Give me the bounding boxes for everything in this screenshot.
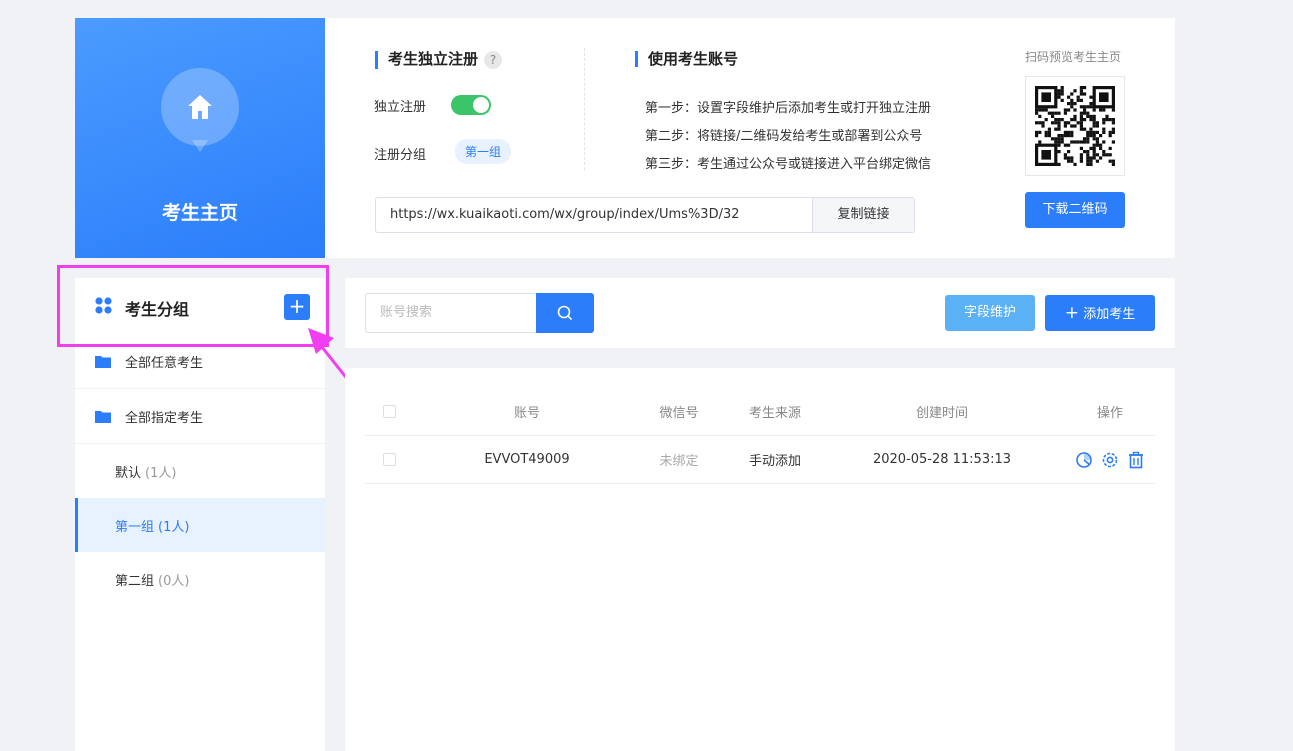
search-icon <box>557 305 573 321</box>
copy-link-button[interactable]: 复制链接 <box>812 198 914 232</box>
step-1: 第一步：设置字段维护后添加考生或打开独立注册 <box>645 101 932 116</box>
sidebar-item-count: (1人) <box>145 466 177 481</box>
qr-code-icon <box>1035 86 1115 166</box>
sidebar-item-label: 第二组 <box>115 574 155 589</box>
link-box: https://wx.kuaikaoti.com/wx/group/index/… <box>375 197 915 233</box>
sidebar-item-group-1[interactable]: 第一组 (1人) <box>75 498 325 552</box>
step-2: 第二步：将链接/二维码发给考生或部署到公众号 <box>645 129 923 144</box>
sidebar-item-label: 全部任意考生 <box>125 355 204 371</box>
step-3: 第三步：考生通过公众号或链接进入平台绑定微信 <box>645 157 932 172</box>
add-student-label: 添加考生 <box>1083 307 1136 322</box>
column-account: 账号 <box>513 406 540 421</box>
search-button[interactable] <box>536 293 594 333</box>
sidebar-item-default[interactable]: 默认 (1人) <box>75 444 325 499</box>
sidebar-item-group-2[interactable]: 第二组 (0人) <box>75 552 325 607</box>
sidebar-item-count: (0人) <box>158 574 190 589</box>
sidebar-item-count: (1人) <box>158 519 190 535</box>
sidebar-item-label: 全部指定考生 <box>125 410 204 426</box>
cell-source: 手动添加 <box>748 454 801 469</box>
column-actions: 操作 <box>1096 406 1123 421</box>
register-title-text: 考生独立注册 <box>388 50 479 68</box>
cell-wechat: 未绑定 <box>659 454 699 469</box>
sidebar-item-label: 第一组 <box>115 519 155 535</box>
cell-actions <box>1065 451 1155 469</box>
qr-code-image <box>1025 76 1125 176</box>
select-all-checkbox[interactable] <box>383 405 396 418</box>
folder-icon <box>95 355 111 368</box>
independent-register-label: 独立注册 <box>374 100 427 115</box>
student-home-card: 考生主页 <box>75 18 325 258</box>
sidebar-item-label: 默认 <box>115 466 142 481</box>
trash-icon[interactable] <box>1127 451 1145 469</box>
home-bubble <box>161 68 239 152</box>
annotation-highlight-box <box>57 265 329 347</box>
folder-icon <box>95 410 111 423</box>
usage-section-title: 使用考生账号 <box>635 51 738 67</box>
student-table: 账号 微信号 考生来源 创建时间 操作 EVVOT49009 未绑定 手动添加 … <box>345 368 1175 751</box>
add-student-button[interactable]: + 添加考生 <box>1045 295 1155 331</box>
column-created: 创建时间 <box>915 406 968 421</box>
qr-hint: 扫码预览考生主页 <box>1025 50 1122 64</box>
sidebar-item-all-assigned[interactable]: 全部指定考生 <box>75 389 325 444</box>
plus-icon: + <box>1064 303 1080 323</box>
help-icon[interactable]: ? <box>484 51 503 69</box>
table-header: 账号 微信号 考生来源 创建时间 操作 <box>365 388 1155 436</box>
link-url-field[interactable]: https://wx.kuaikaoti.com/wx/group/index/… <box>376 198 812 232</box>
hero-title: 考生主页 <box>161 202 238 224</box>
register-group-label: 注册分组 <box>374 148 427 163</box>
gear-icon[interactable] <box>1101 451 1119 469</box>
search-toolbar: 账号搜索 字段维护 + 添加考生 <box>345 278 1175 348</box>
independent-register-switch[interactable] <box>451 95 491 115</box>
register-group-tag[interactable]: 第一组 <box>455 139 512 164</box>
register-section-title: 考生独立注册? <box>375 50 503 69</box>
table-row: EVVOT49009 未绑定 手动添加 2020-05-28 11:53:13 <box>365 436 1155 484</box>
cell-account: EVVOT49009 <box>484 452 570 467</box>
chart-pie-icon[interactable] <box>1075 451 1093 469</box>
group-sidebar: 考生分组 + 全部任意考生 全部指定考生 默认 (1人) 第一组 (1人) 第二… <box>75 278 325 751</box>
column-wechat: 微信号 <box>659 406 699 421</box>
section-divider <box>584 48 585 170</box>
usage-steps: 第一步：设置字段维护后添加考生或打开独立注册 第二步：将链接/二维码发给考生或部… <box>645 95 931 179</box>
cell-created: 2020-05-28 11:53:13 <box>872 452 1012 467</box>
column-source: 考生来源 <box>748 406 801 421</box>
download-qr-button[interactable]: 下载二维码 <box>1025 192 1125 228</box>
home-icon <box>188 95 212 119</box>
field-maintenance-button[interactable]: 字段维护 <box>945 295 1035 331</box>
row-checkbox[interactable] <box>383 453 396 466</box>
account-search-input[interactable]: 账号搜索 <box>365 293 537 333</box>
